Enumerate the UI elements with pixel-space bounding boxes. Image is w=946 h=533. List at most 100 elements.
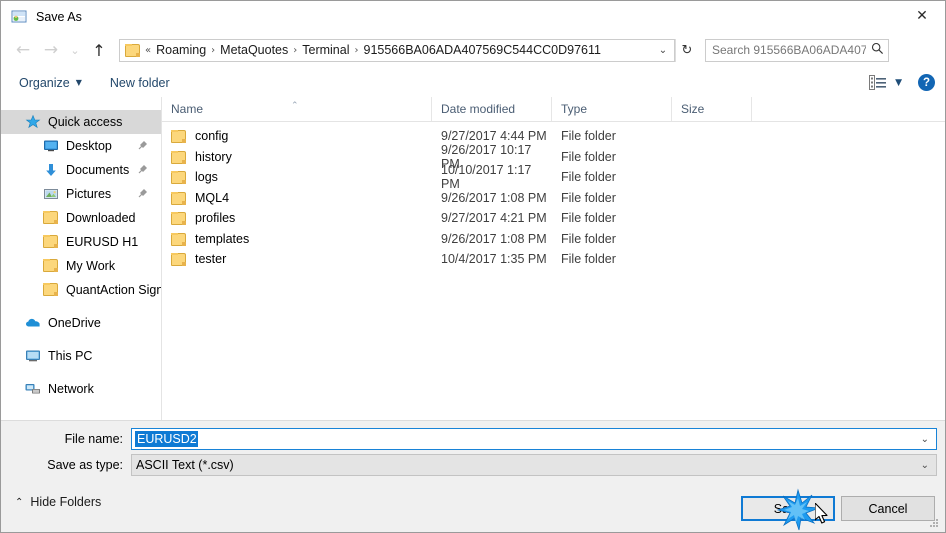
table-row[interactable]: templates 9/26/2017 1:08 PM File folder bbox=[162, 229, 945, 250]
forward-icon[interactable]: → bbox=[37, 36, 65, 64]
file-name-label: history bbox=[195, 149, 232, 164]
help-icon[interactable]: ? bbox=[918, 74, 935, 91]
dialog-footer: ⌃ Hide Folders Save Cancel bbox=[1, 483, 945, 532]
resize-grip[interactable] bbox=[930, 519, 940, 529]
sidebar-item-quantaction-signal[interactable]: QuantAction Signal bbox=[1, 278, 161, 302]
cancel-button[interactable]: Cancel bbox=[841, 496, 935, 521]
folder-icon bbox=[171, 170, 187, 185]
file-name-cell: history bbox=[162, 150, 432, 164]
search-box[interactable]: Search 915566BA06ADA40756... bbox=[705, 38, 889, 62]
breadcrumb-item-roaming[interactable]: Roaming bbox=[151, 43, 211, 57]
table-row[interactable]: profiles 9/27/2017 4:21 PM File folder bbox=[162, 208, 945, 229]
up-one-level-icon[interactable]: ↑ bbox=[85, 36, 113, 64]
save-as-type-select[interactable]: ASCII Text (*.csv) ⌄ bbox=[131, 454, 937, 476]
star-icon bbox=[25, 114, 41, 130]
breadcrumb: « Roaming › MetaQuotes › Terminal › 9155… bbox=[145, 43, 652, 57]
save-as-app-icon bbox=[11, 9, 27, 25]
sidebar-item-onedrive[interactable]: OneDrive bbox=[1, 311, 161, 335]
file-date-cell: 9/27/2017 4:44 PM bbox=[441, 129, 547, 144]
sidebar-item-label: OneDrive bbox=[48, 316, 101, 330]
folder-icon bbox=[171, 232, 187, 246]
sort-ascending-icon: ⌃ bbox=[291, 101, 299, 111]
column-headers: Name ⌃ Date modified Type Size bbox=[162, 97, 945, 122]
title-bar: Save As ✕ bbox=[1, 1, 945, 32]
search-input[interactable]: Search 915566BA06ADA40756... bbox=[706, 43, 866, 57]
file-date-cell: 9/26/2017 1:08 PM bbox=[441, 231, 547, 246]
folder-icon bbox=[171, 191, 187, 205]
chevron-down-icon[interactable]: ⌄ bbox=[921, 434, 929, 445]
table-row[interactable]: MQL4 9/26/2017 1:08 PM File folder bbox=[162, 188, 945, 209]
close-icon[interactable]: ✕ bbox=[899, 1, 945, 31]
folder-icon bbox=[43, 234, 59, 250]
navigation-pane: Quick access Desktop Documents Pictures … bbox=[1, 97, 162, 420]
save-as-type-label: Save as type: bbox=[47, 458, 123, 472]
save-form: File name: EURUSD2 ⌄ Save as type: ASCII… bbox=[1, 420, 945, 484]
pin-icon[interactable] bbox=[138, 187, 149, 201]
sidebar-item-documents[interactable]: Documents bbox=[1, 158, 161, 182]
file-name-label: File name: bbox=[64, 432, 123, 446]
breadcrumb-item-terminal[interactable]: Terminal bbox=[297, 43, 354, 57]
address-bar[interactable]: « Roaming › MetaQuotes › Terminal › 9155… bbox=[119, 38, 675, 62]
sidebar-item-this-pc[interactable]: This PC bbox=[1, 344, 161, 368]
sidebar-item-label: Network bbox=[48, 382, 94, 396]
column-header-date-modified[interactable]: Date modified bbox=[432, 97, 552, 121]
file-date-cell: 9/26/2017 1:08 PM bbox=[441, 190, 547, 205]
sidebar-item-eurusd-h1[interactable]: EURUSD H1 bbox=[1, 230, 161, 254]
new-folder-button[interactable]: New folder bbox=[103, 72, 177, 94]
sidebar-item-pictures[interactable]: Pictures bbox=[1, 182, 161, 206]
pin-icon[interactable] bbox=[138, 139, 149, 153]
file-date-cell: 9/27/2017 4:21 PM bbox=[441, 211, 547, 226]
sidebar-item-my-work[interactable]: My Work bbox=[1, 254, 161, 278]
file-rows: config 9/27/2017 4:44 PM File folder his… bbox=[162, 122, 945, 270]
sidebar-item-downloaded[interactable]: Downloaded bbox=[1, 206, 161, 230]
organize-button[interactable]: Organize ▼ bbox=[12, 72, 89, 94]
chevron-down-icon[interactable]: ⌄ bbox=[652, 45, 674, 56]
pin-icon[interactable] bbox=[138, 163, 149, 177]
file-type-cell: File folder bbox=[561, 149, 616, 164]
file-name-label: tester bbox=[195, 252, 227, 267]
column-header-label: Name bbox=[171, 102, 204, 116]
file-type-cell: File folder bbox=[561, 129, 616, 144]
refresh-icon[interactable]: ↻ bbox=[675, 38, 698, 62]
chevron-down-icon[interactable]: ▼ bbox=[895, 78, 902, 88]
desktop-icon bbox=[43, 138, 59, 154]
file-list-pane: Name ⌃ Date modified Type Size config 9/… bbox=[162, 97, 945, 420]
new-folder-label: New folder bbox=[109, 75, 170, 90]
table-row[interactable]: config 9/27/2017 4:44 PM File folder bbox=[162, 126, 945, 147]
save-as-dialog: Save As ✕ ← → ⌄ ↑ « Roaming › MetaQuotes… bbox=[0, 0, 946, 533]
pictures-icon bbox=[43, 186, 59, 202]
folder-icon bbox=[171, 129, 187, 144]
file-name-input[interactable]: EURUSD2 ⌄ bbox=[131, 428, 937, 450]
documents-download-icon bbox=[43, 162, 59, 178]
folder-icon bbox=[43, 258, 59, 274]
sidebar-item-network[interactable]: Network bbox=[1, 377, 161, 401]
file-type-cell: File folder bbox=[561, 170, 616, 185]
network-icon bbox=[25, 381, 41, 397]
sidebar-item-quick-access[interactable]: Quick access bbox=[1, 110, 161, 134]
sidebar-item-label: QuantAction Signal bbox=[66, 283, 161, 297]
table-row[interactable]: logs 10/10/2017 1:17 PM File folder bbox=[162, 163, 945, 191]
hide-folders-button[interactable]: ⌃ Hide Folders bbox=[15, 495, 101, 509]
view-list-icon[interactable] bbox=[869, 75, 887, 90]
back-icon[interactable]: ← bbox=[9, 36, 37, 64]
file-name-cell: tester bbox=[162, 252, 432, 267]
recent-locations-icon[interactable]: ⌄ bbox=[65, 36, 85, 64]
column-header-name[interactable]: Name ⌃ bbox=[162, 97, 432, 121]
column-header-type[interactable]: Type bbox=[552, 97, 672, 121]
chevron-down-icon[interactable]: ⌄ bbox=[921, 460, 929, 471]
file-date-cell: 10/10/2017 1:17 PM bbox=[441, 163, 532, 192]
save-button[interactable]: Save bbox=[741, 496, 835, 521]
sidebar-item-desktop[interactable]: Desktop bbox=[1, 134, 161, 158]
this-pc-icon bbox=[25, 348, 41, 364]
table-row[interactable]: tester 10/4/2017 1:35 PM File folder bbox=[162, 249, 945, 270]
file-name-cell: logs bbox=[162, 170, 432, 185]
file-name-label: profiles bbox=[195, 211, 236, 226]
column-header-size[interactable]: Size bbox=[672, 97, 752, 121]
sidebar-item-label: Documents bbox=[66, 163, 130, 177]
breadcrumb-item-metaquotes[interactable]: MetaQuotes bbox=[215, 43, 293, 57]
table-row[interactable]: history 9/26/2017 10:17 PM File folder bbox=[162, 143, 945, 171]
breadcrumb-item-current[interactable]: 915566BA06ADA407569C544CC0D97611 bbox=[359, 43, 606, 57]
